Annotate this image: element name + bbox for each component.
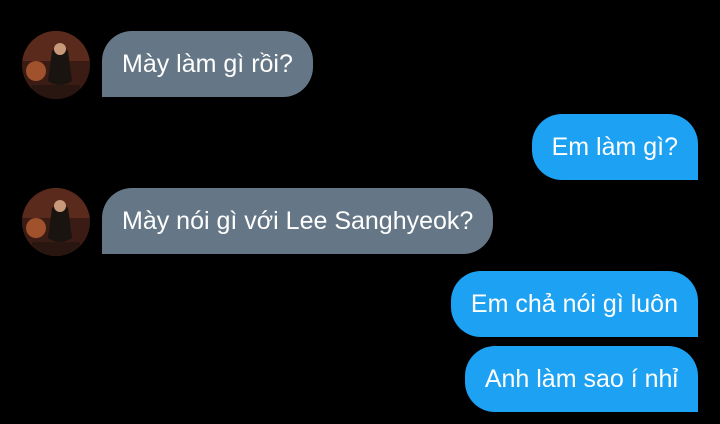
message-bubble-incoming[interactable]: Mày nói gì với Lee Sanghyeok? xyxy=(102,188,494,254)
contact-avatar-icon[interactable] xyxy=(22,31,90,99)
message-bubble-outgoing[interactable]: Anh làm sao í nhỉ xyxy=(464,346,698,412)
contact-avatar-icon[interactable] xyxy=(22,188,90,256)
message-bubble-outgoing[interactable]: Em chả nói gì luôn xyxy=(450,271,698,337)
message-bubble-incoming[interactable]: Mày làm gì rồi? xyxy=(102,31,313,97)
avatar-photo-icon xyxy=(22,31,90,99)
chat-thread: Mày làm gì rồi? Em làm gì? Mày nói gì vớ… xyxy=(0,0,720,424)
message-bubble-outgoing[interactable]: Em làm gì? xyxy=(531,114,698,180)
avatar-photo-icon xyxy=(22,188,90,256)
